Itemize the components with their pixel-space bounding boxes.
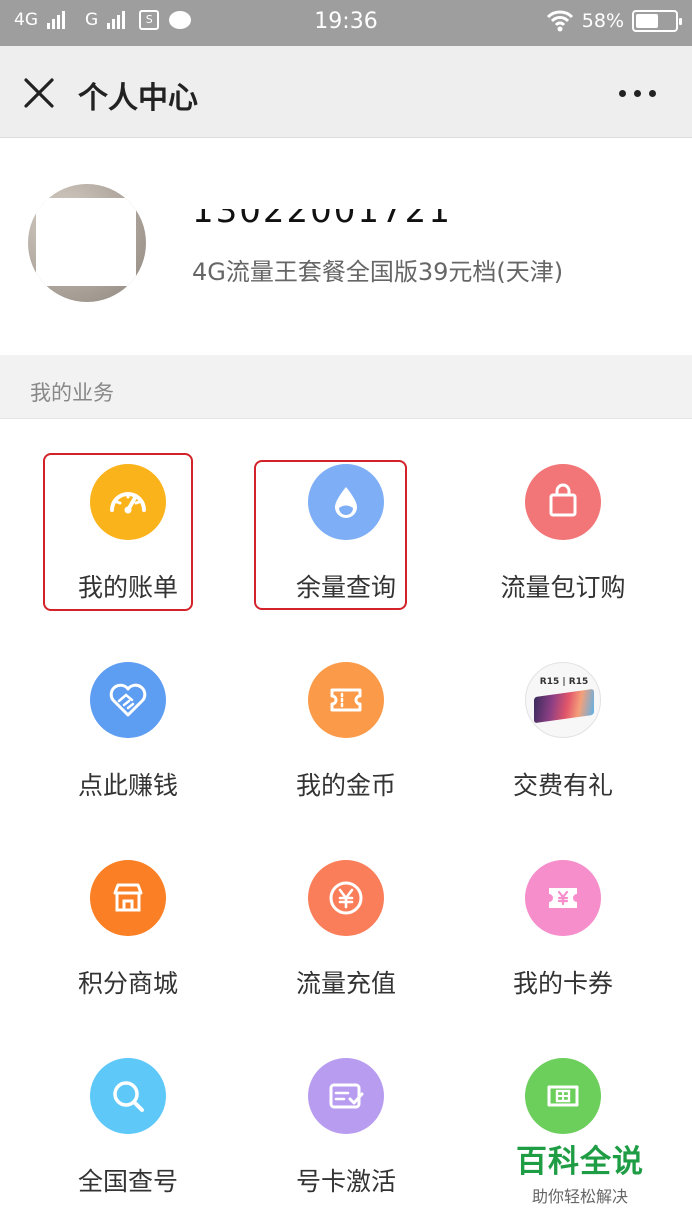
profile-card[interactable]: 13022001721 4G流量王套餐全国版39元档(天津): [0, 139, 692, 355]
plan-name: 4G流量王套餐全国版39元档(天津): [192, 258, 564, 286]
wifi-icon: [546, 10, 573, 32]
page-title: 个人中心: [78, 81, 198, 116]
service-label: 全国查号: [77, 1167, 178, 1196]
close-icon[interactable]: [22, 76, 56, 110]
battery-icon: [632, 10, 682, 32]
yen-coupon-icon: [525, 860, 601, 936]
service-label: 点此赚钱: [77, 771, 178, 800]
service-payment-gift[interactable]: R15 | R15 交费有礼: [473, 662, 653, 842]
service-points-mall[interactable]: 积分商城: [38, 860, 218, 1040]
service-label: 交费有礼: [512, 771, 613, 800]
service-label: 积分商城: [77, 969, 178, 998]
service-my-coupons[interactable]: 我的卡券: [473, 860, 653, 1040]
service-label: 流量包订购: [500, 573, 626, 602]
service-label: 我的账单: [77, 573, 178, 602]
speedometer-icon: [90, 464, 166, 540]
service-number-lookup[interactable]: 全国查号: [38, 1058, 218, 1230]
magnifier-icon: [90, 1058, 166, 1134]
service-data-package[interactable]: 流量包订购: [473, 464, 653, 644]
store-icon: [90, 860, 166, 936]
section-header: 我的业务: [0, 355, 692, 419]
watermark-logo: 百科全说 助你轻松解决: [516, 1136, 644, 1207]
shopping-bag-icon: [525, 464, 601, 540]
service-label: 号卡激活: [295, 1167, 396, 1196]
service-label: 余量查询: [295, 573, 396, 602]
sim-card-icon: [525, 1058, 601, 1134]
watermark-subtitle: 助你轻松解决: [531, 1187, 628, 1206]
service-grid: 我的账单 余量查询 流量包订购 点此赚钱 我的金币 R15 | R15 交费有礼…: [0, 420, 692, 1230]
ticket-icon: [308, 662, 384, 738]
handshake-heart-icon: [90, 662, 166, 738]
status-bar: 4G G S 19:36 58%: [0, 0, 692, 46]
service-earn-money[interactable]: 点此赚钱: [38, 662, 218, 842]
more-menu-icon[interactable]: [619, 90, 656, 97]
watermark-title: 百科全说: [516, 1144, 644, 1180]
service-card-activation[interactable]: 号卡激活: [256, 1058, 436, 1230]
service-label: 我的金币: [295, 771, 396, 800]
service-data-recharge[interactable]: 流量充值: [256, 860, 436, 1040]
r15-promo-icon: R15 | R15: [525, 662, 601, 738]
nav-bar: 个人中心: [0, 46, 692, 138]
service-label: 我的卡券: [512, 969, 613, 998]
avatar[interactable]: [28, 184, 146, 302]
phone-number: 13022001721: [192, 209, 452, 231]
section-title: 我的业务: [30, 381, 114, 405]
status-right: 58%: [546, 10, 682, 32]
battery-percent: 58%: [581, 10, 624, 32]
water-drop-icon: [308, 464, 384, 540]
yen-coin-icon: [308, 860, 384, 936]
service-balance-query[interactable]: 余量查询: [256, 464, 436, 644]
service-my-coins[interactable]: 我的金币: [256, 662, 436, 842]
service-my-bill[interactable]: 我的账单: [38, 464, 218, 644]
service-label: 流量充值: [295, 969, 396, 998]
card-check-icon: [308, 1058, 384, 1134]
